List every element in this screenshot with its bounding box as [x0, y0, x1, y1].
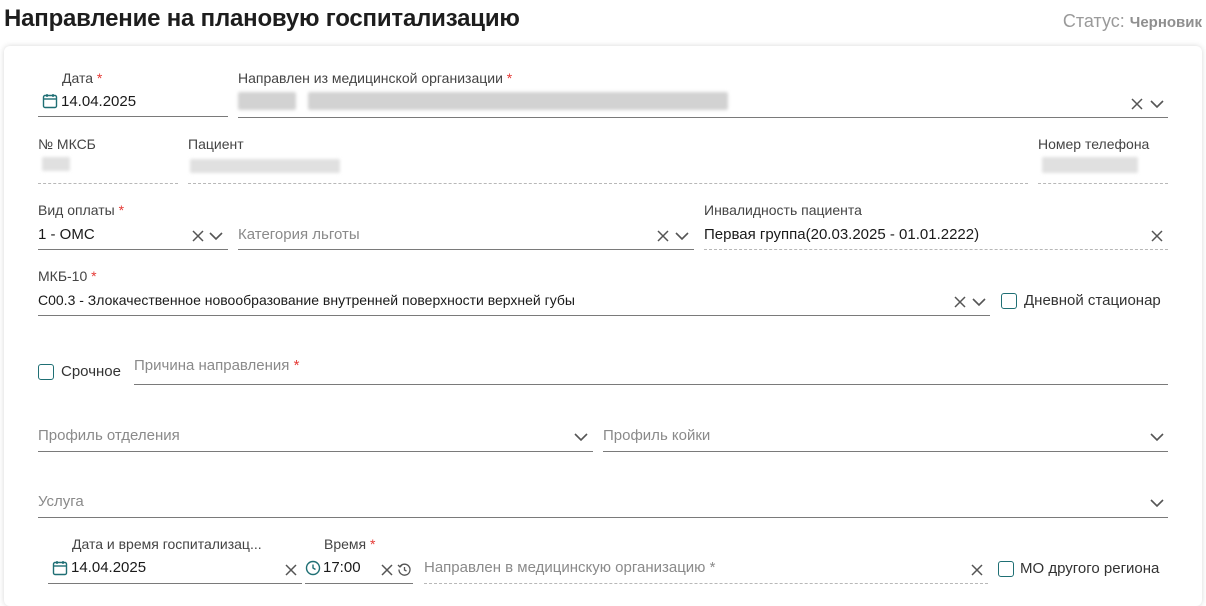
bed-profile-select[interactable]: Профиль койки [603, 427, 710, 444]
form-card [4, 46, 1202, 606]
date-label: Дата * [62, 70, 103, 86]
hosp-date-label: Дата и время госпитализац... [72, 536, 262, 552]
referred-from-value[interactable] [238, 92, 728, 112]
day-hospital-label: Дневной стационар [1024, 292, 1161, 309]
calendar-icon[interactable] [42, 93, 58, 109]
disability-underline [704, 249, 1168, 250]
mkb10-select[interactable]: C00.3 - Злокачественное новообразование … [38, 292, 575, 308]
clear-icon[interactable] [380, 563, 394, 577]
chevron-down-icon[interactable] [1149, 97, 1165, 111]
mksb-underline [38, 183, 178, 184]
calendar-icon[interactable] [52, 560, 68, 576]
page-title: Направление на плановую госпитализацию [4, 5, 520, 32]
day-hospital-checkbox[interactable] [1001, 293, 1017, 309]
disability-label: Инвалидность пациента [704, 202, 862, 218]
clear-icon[interactable] [191, 229, 205, 243]
benefit-category-select[interactable]: Категория льготы [238, 226, 360, 243]
service-select[interactable]: Услуга [38, 493, 84, 510]
benefit-category-underline [238, 249, 694, 250]
hosp-date-input[interactable]: 14.04.2025 [71, 559, 146, 576]
clear-icon[interactable] [970, 563, 984, 577]
mkb10-label: МКБ-10 * [38, 268, 97, 284]
referred-to-underline [424, 583, 988, 584]
time-label: Время * [324, 536, 376, 552]
referred-from-label: Направлен из медицинской организации * [238, 70, 513, 86]
urgent-label: Срочное [61, 363, 121, 380]
history-icon[interactable] [397, 562, 412, 577]
chevron-down-icon[interactable] [1149, 430, 1165, 444]
time-input[interactable]: 17:00 [323, 559, 361, 576]
phone-underline [1038, 183, 1168, 184]
disability-value[interactable]: Первая группа(20.03.2025 - 01.01.2222) [704, 226, 979, 243]
patient-value [190, 159, 340, 173]
payment-type-select[interactable]: 1 - ОМС [38, 226, 95, 243]
urgent-checkbox[interactable] [38, 364, 54, 380]
patient-label: Пациент [188, 136, 244, 152]
chevron-down-icon[interactable] [208, 229, 224, 243]
mksb-label: № МКСБ [38, 136, 96, 152]
clear-icon[interactable] [953, 295, 967, 309]
patient-underline [188, 183, 1028, 184]
referred-from-underline [238, 117, 1168, 118]
bed-profile-underline [603, 451, 1168, 452]
chevron-down-icon[interactable] [573, 430, 589, 444]
chevron-down-icon[interactable] [1149, 496, 1165, 510]
status-indicator: Статус: Черновик [1063, 11, 1202, 32]
date-input[interactable]: 14.04.2025 [61, 93, 136, 110]
hosp-date-underline [48, 583, 302, 584]
mksb-value [42, 157, 70, 171]
chevron-down-icon[interactable] [674, 229, 690, 243]
status-label: Статус: [1062, 11, 1125, 31]
status-value: Черновик [1129, 14, 1202, 31]
mkb10-underline [38, 315, 990, 316]
other-region-checkbox[interactable] [998, 561, 1014, 577]
payment-type-underline [38, 249, 228, 250]
clear-icon[interactable] [284, 563, 298, 577]
other-region-label: МО другого региона [1020, 560, 1160, 577]
department-profile-select[interactable]: Профиль отделения [38, 427, 180, 444]
payment-type-label: Вид оплаты * [38, 202, 125, 218]
clear-icon[interactable] [656, 229, 670, 243]
clear-icon[interactable] [1150, 229, 1164, 243]
clock-icon[interactable] [305, 560, 321, 576]
chevron-down-icon[interactable] [971, 295, 987, 309]
date-underline [38, 116, 228, 117]
phone-label: Номер телефона [1038, 136, 1150, 152]
referred-to-select[interactable]: Направлен в медицинскую организацию * [424, 559, 715, 576]
department-profile-underline [38, 451, 593, 452]
reason-input[interactable]: Причина направления * [134, 357, 299, 374]
time-underline [305, 583, 413, 584]
service-underline [38, 517, 1168, 518]
clear-icon[interactable] [1130, 97, 1144, 111]
reason-underline [134, 384, 1168, 385]
phone-value [1042, 157, 1138, 173]
